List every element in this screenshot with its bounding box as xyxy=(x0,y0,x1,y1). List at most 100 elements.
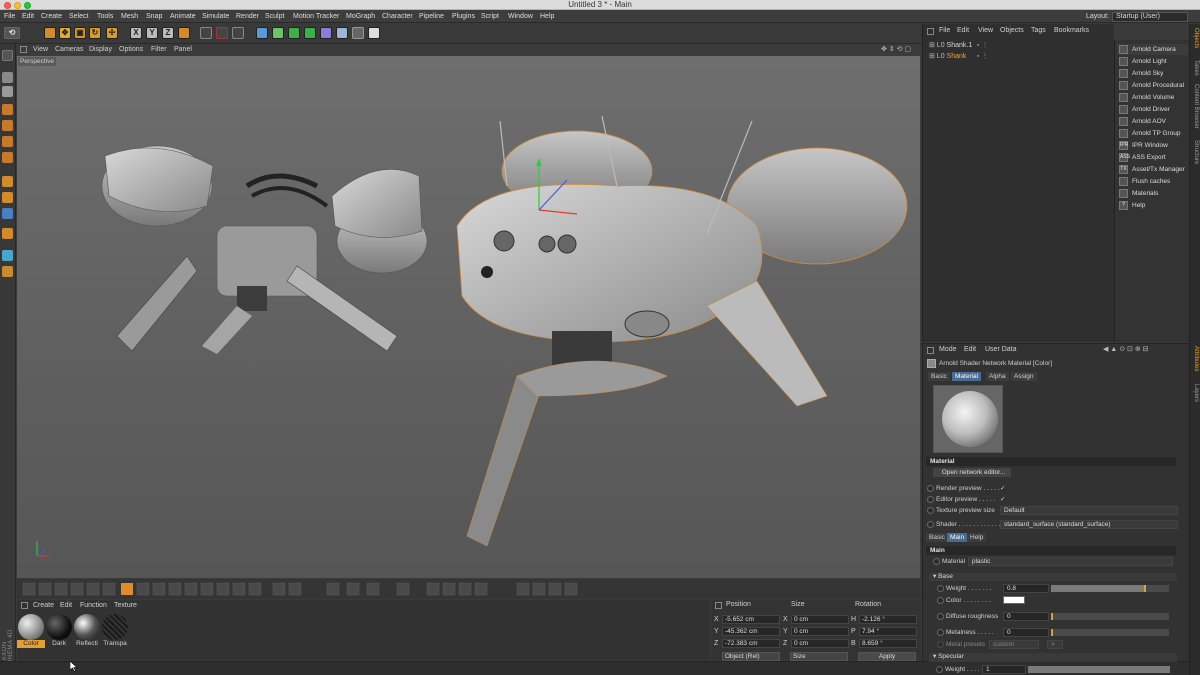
metal-presets-apply-button[interactable]: > xyxy=(1047,640,1063,649)
materials-item[interactable]: Materials xyxy=(1117,188,1188,199)
metalness-field[interactable]: 0 xyxy=(1003,628,1049,637)
menu-motion-tracker[interactable]: Motion Tracker xyxy=(293,10,339,23)
texture-mode-icon[interactable] xyxy=(2,86,13,97)
coordinate-system-icon[interactable] xyxy=(178,27,190,39)
group-specular-header[interactable]: ▾ Specular xyxy=(929,653,1177,662)
diffuse-roughness-anim-icon[interactable] xyxy=(937,613,944,620)
axis-mode-icon[interactable] xyxy=(2,152,13,163)
menu-mograph[interactable]: MoGraph xyxy=(346,10,375,23)
cube-icon[interactable] xyxy=(256,27,268,39)
deformer-icon[interactable] xyxy=(320,27,332,39)
material-label-transparent[interactable]: Transpa xyxy=(101,640,129,648)
attr-menu-mode[interactable]: Mode xyxy=(939,344,957,356)
rot-b-field[interactable]: 8.659 ° xyxy=(859,639,917,648)
flush-caches-item[interactable]: Flush caches xyxy=(1117,176,1188,187)
arnold-procedural-item[interactable]: Arnold Procedural xyxy=(1117,80,1188,91)
material-menu-texture[interactable]: Texture xyxy=(114,600,137,611)
object-menu-tags[interactable]: Tags xyxy=(1031,24,1046,38)
pen-spline-icon[interactable] xyxy=(272,27,284,39)
cloner-icon[interactable] xyxy=(304,27,316,39)
specular-weight-field[interactable]: 1 xyxy=(982,665,1026,674)
texture-preview-anim-icon[interactable] xyxy=(927,507,934,514)
undo-icon[interactable]: ⟲ xyxy=(4,27,20,39)
edges-mode-icon[interactable] xyxy=(2,120,13,131)
shader-anim-icon[interactable] xyxy=(927,521,934,528)
tab-objects[interactable]: Objects xyxy=(1191,28,1200,48)
menu-select[interactable]: Select xyxy=(69,10,88,23)
camera-object-icon[interactable] xyxy=(352,27,364,39)
viewport-menu-panel[interactable]: Panel xyxy=(174,44,192,55)
solo-icon[interactable] xyxy=(2,250,13,261)
base-weight-anim-icon[interactable] xyxy=(937,585,944,592)
viewport-menu-cameras[interactable]: Cameras xyxy=(55,44,83,55)
open-network-editor-button[interactable]: Open network editor... xyxy=(933,468,1011,477)
metalness-slider[interactable] xyxy=(1051,629,1169,636)
recent-tools-icon[interactable]: ✢ xyxy=(106,27,118,39)
menu-animate[interactable]: Animate xyxy=(170,10,196,23)
menu-help[interactable]: Help xyxy=(540,10,554,23)
tab-structure[interactable]: Structure xyxy=(1191,140,1200,164)
pos-y-field[interactable]: -45.362 cm xyxy=(722,627,780,636)
snap-icon[interactable] xyxy=(2,176,13,187)
arnold-driver-item[interactable]: Arnold Driver xyxy=(1117,104,1188,115)
model-mode-icon[interactable] xyxy=(2,72,13,83)
render-picture-viewer-icon[interactable] xyxy=(216,27,228,39)
menu-tools[interactable]: Tools xyxy=(97,10,113,23)
arnold-volume-item[interactable]: Arnold Volume xyxy=(1117,92,1188,103)
apply-button[interactable]: Apply xyxy=(858,652,916,661)
rot-p-field[interactable]: 7.94 ° xyxy=(859,627,917,636)
tab-attributes[interactable]: Attributes xyxy=(1191,346,1200,371)
menu-edit[interactable]: Edit xyxy=(22,10,34,23)
polygons-mode-icon[interactable] xyxy=(2,136,13,147)
base-weight-slider[interactable] xyxy=(1051,585,1169,592)
menu-sculpt[interactable]: Sculpt xyxy=(265,10,284,23)
material-menu-edit[interactable]: Edit xyxy=(60,600,72,611)
live-selection-icon[interactable] xyxy=(44,27,56,39)
attr-tab-alpha[interactable]: Alpha xyxy=(986,372,1009,381)
light-object-icon[interactable] xyxy=(368,27,380,39)
material-preset-select[interactable]: plastic xyxy=(968,557,1173,566)
menu-mesh[interactable]: Mesh xyxy=(121,10,138,23)
specular-weight-anim-icon[interactable] xyxy=(936,666,943,673)
menu-snap[interactable]: Snap xyxy=(146,10,162,23)
material-menu-create[interactable]: Create xyxy=(33,600,54,611)
attr-menu-user-data[interactable]: User Data xyxy=(985,344,1017,356)
viewport-menu-options[interactable]: Options xyxy=(119,44,143,55)
render-preview-checkbox[interactable]: ✓ xyxy=(1000,484,1005,493)
diffuse-roughness-field[interactable]: 0 xyxy=(1003,612,1049,621)
material-label-color[interactable]: Color xyxy=(17,640,45,648)
menu-simulate[interactable]: Simulate xyxy=(202,10,229,23)
attr-nav-icons[interactable]: ◀ ▲ ⊙ ⊡ ⊕ ⊟ xyxy=(1103,344,1149,356)
lock-workplane-icon[interactable] xyxy=(2,228,13,239)
ass-export-item[interactable]: ASS ASS Export xyxy=(1117,152,1188,163)
render-view-icon[interactable] xyxy=(200,27,212,39)
move-icon[interactable]: ✥ xyxy=(59,27,71,39)
ipr-window-item[interactable]: IPR IPR Window xyxy=(1117,140,1188,151)
material-swatch-reflective[interactable] xyxy=(74,614,100,640)
group-base-header[interactable]: ▾ Base xyxy=(929,573,1177,581)
arnold-tp-group-item[interactable]: Arnold TP Group xyxy=(1117,128,1188,139)
tab-takes[interactable]: Takes xyxy=(1191,60,1200,76)
solo-hierarchy-icon[interactable] xyxy=(2,266,13,277)
arnold-sky-item[interactable]: Arnold Sky xyxy=(1117,68,1188,79)
menu-pipeline[interactable]: Pipeline xyxy=(419,10,444,23)
viewport-menu-filter[interactable]: Filter xyxy=(151,44,167,55)
material-menu-function[interactable]: Function xyxy=(80,600,107,611)
attr-tab-basic[interactable]: Basic xyxy=(928,372,950,381)
material-swatch-transparent[interactable] xyxy=(102,614,128,640)
rot-h-field[interactable]: -2.126 ° xyxy=(859,615,917,624)
tab-content-browser[interactable]: Content Browser xyxy=(1191,84,1200,129)
menu-render[interactable]: Render xyxy=(236,10,259,23)
menu-plugins[interactable]: Plugins xyxy=(452,10,475,23)
workplane-icon[interactable] xyxy=(2,208,13,219)
object-row-shank[interactable]: ⊞ L0 Shank ▪ ⋮ xyxy=(929,52,999,62)
diffuse-roughness-slider[interactable] xyxy=(1051,613,1169,620)
scale-icon[interactable]: ▣ xyxy=(74,27,86,39)
x-axis-icon[interactable]: X xyxy=(130,27,142,39)
editor-preview-anim-icon[interactable] xyxy=(927,496,934,503)
material-preview-sphere[interactable] xyxy=(933,385,1003,453)
coordinate-mode-select[interactable]: Object (Rel) xyxy=(722,652,780,661)
base-color-swatch[interactable] xyxy=(1003,596,1025,604)
menu-create[interactable]: Create xyxy=(41,10,62,23)
object-menu-bookmarks[interactable]: Bookmarks xyxy=(1054,24,1089,38)
